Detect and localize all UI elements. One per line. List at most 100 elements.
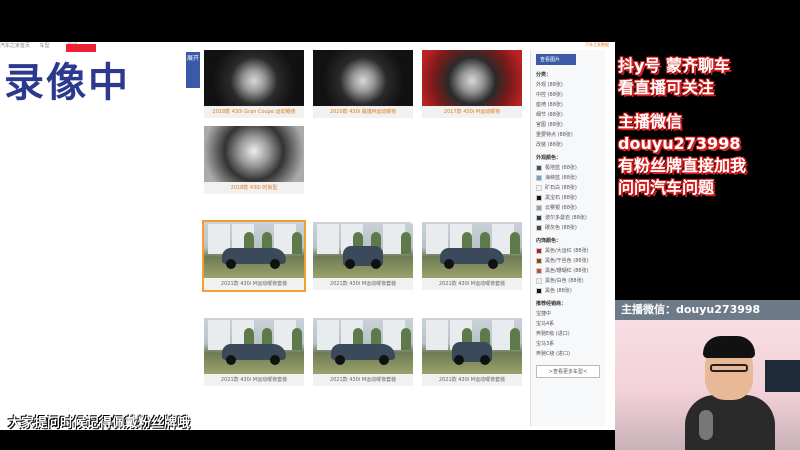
photo-tile[interactable]: 2021款 430i M运动曜夜套装: [313, 222, 413, 290]
car-photo[interactable]: [422, 222, 522, 278]
view-images-button[interactable]: 查看图片: [536, 54, 576, 65]
photo-tile[interactable]: 2021款 430i M运动曜夜套装: [204, 318, 304, 386]
webcam-banner: 主播微信：douyu273998: [615, 300, 800, 320]
photo-tile[interactable]: 2021款 430i M运动曜夜套装: [422, 222, 522, 290]
glasses-icon: [710, 364, 748, 372]
photo-tile[interactable]: 2020款 430i 敞篷M运动曜夜: [313, 50, 413, 118]
car-photo[interactable]: [204, 318, 304, 374]
photo-caption[interactable]: 2021款 430i M运动曜夜套装: [313, 374, 413, 386]
filter-option[interactable]: 外观 (88张): [536, 80, 600, 90]
filter-option[interactable]: 黑色 (88张): [536, 286, 600, 296]
tree-shape: [292, 232, 302, 254]
filter-option[interactable]: 云雾银 (88张): [536, 203, 600, 213]
color-swatch-icon: [536, 194, 542, 201]
tree-shape: [292, 328, 302, 350]
photo-tile[interactable]: 2021款 430i M运动曜夜套装: [422, 318, 522, 386]
overlay-line: 有粉丝牌直接加我: [618, 156, 747, 175]
photo-tile[interactable]: 2021款 430i M运动曜夜套装: [202, 220, 306, 292]
dealers-heading: 推荐经销商：: [536, 301, 567, 307]
photo-tile[interactable]: 2017款 430i M运动曜夜: [422, 50, 522, 118]
category-heading: 分类：: [536, 72, 552, 78]
color-swatch-icon: [536, 164, 542, 171]
wheel-shape: [379, 355, 389, 365]
filter-option[interactable]: 波尔多曼岩 (88张): [536, 213, 600, 223]
mouse-cursor-icon: [409, 217, 419, 227]
streamer-hair: [703, 336, 755, 358]
background-monitor: [765, 360, 800, 392]
streamer-overlay: 抖y号 蒙齐聊车 看直播可关注 主播微信 douyu273998 有粉丝牌直接加…: [618, 55, 800, 199]
photo-caption[interactable]: 2018款 430i Gran Coupe 运动曜夜: [204, 106, 304, 118]
filter-option[interactable]: 黑色/干邑色 (88张): [536, 256, 600, 266]
filter-option-label: 云雾银 (88张): [545, 205, 577, 211]
car-photo[interactable]: [204, 222, 304, 278]
car-photo[interactable]: [204, 50, 304, 106]
filter-option[interactable]: 改装 (88张): [536, 140, 600, 150]
filter-option[interactable]: 黑色/白色 (88张): [536, 276, 600, 286]
photo-caption[interactable]: 2021款 430i M运动曜夜套装: [204, 374, 304, 386]
photo-caption[interactable]: 2018款 430i 时尚型: [204, 182, 304, 194]
photo-tile[interactable]: 2021款 430i M运动曜夜套装: [313, 318, 413, 386]
filter-panel: 查看图片 分类： 外观 (88张) 中控 (88张) 座椅 (88张) 细节 (88张…: [530, 50, 605, 426]
filter-option[interactable]: 宝马3系: [536, 339, 600, 349]
tree-shape: [401, 328, 411, 350]
car-photo[interactable]: [422, 318, 522, 374]
filter-option[interactable]: 中控 (88张): [536, 90, 600, 100]
car-photo[interactable]: [422, 50, 522, 106]
wheel-shape: [454, 355, 464, 365]
filter-option[interactable]: 矿石白 (88张): [536, 183, 600, 193]
filter-option[interactable]: 宝马4系: [536, 319, 600, 329]
car-photo[interactable]: [313, 50, 413, 106]
top-nav-link[interactable]: 汽车之家首页: [0, 43, 30, 49]
microphone-icon: [699, 410, 713, 440]
filter-option[interactable]: 极地蓝 (88张): [536, 163, 600, 173]
filter-option[interactable]: 细节 (88张): [536, 110, 600, 120]
wheel-shape: [444, 259, 454, 269]
color-swatch-icon: [536, 184, 542, 191]
photo-caption[interactable]: 2021款 430i M运动曜夜套装: [204, 278, 304, 290]
expand-tab[interactable]: 展开: [186, 52, 200, 88]
overlay-line: douyu273998: [618, 134, 741, 153]
photo-caption[interactable]: 2021款 430i M运动曜夜套装: [422, 278, 522, 290]
wheel-shape: [270, 355, 280, 365]
photo-caption[interactable]: 2021款 430i M运动曜夜套装: [313, 278, 413, 290]
filter-option-label: 波尔多曼岩 (88张): [545, 215, 587, 221]
filter-option-label: 黑色 (88张): [545, 288, 572, 294]
filter-option[interactable]: 奔驰E级 (进口): [536, 329, 600, 339]
more-models-button[interactable]: >查看更多车型<: [536, 365, 600, 378]
filter-option[interactable]: 碳灰色 (88张): [536, 223, 600, 233]
color-swatch-icon: [536, 267, 542, 274]
photo-caption[interactable]: 2017款 430i M运动曜夜: [422, 106, 522, 118]
wheel-shape: [226, 355, 236, 365]
webcam-feed: 主播微信：douyu273998: [615, 300, 800, 450]
car-photo[interactable]: [313, 222, 413, 278]
color-swatch-icon: [536, 214, 542, 221]
color-swatch-icon: [536, 204, 542, 211]
photo-caption[interactable]: 2020款 430i 敞篷M运动曜夜: [313, 106, 413, 118]
top-nav-link[interactable]: 车型: [40, 43, 50, 49]
filter-option-label: 碳灰色 (88张): [545, 225, 577, 231]
filter-option[interactable]: 座椅 (88张): [536, 100, 600, 110]
filter-option[interactable]: 海峡蓝 (88张): [536, 173, 600, 183]
photo-caption[interactable]: 2021款 430i M运动曜夜套装: [422, 374, 522, 386]
filter-option[interactable]: 重要特点 (88张): [536, 130, 600, 140]
wheel-shape: [480, 355, 490, 365]
car-photo[interactable]: [204, 126, 304, 182]
filter-option[interactable]: 黑宝石 (88张): [536, 193, 600, 203]
color-swatch-icon: [536, 224, 542, 231]
filter-option[interactable]: 宝捷中: [536, 309, 600, 319]
photo-tile[interactable]: 2018款 430i 时尚型: [204, 126, 304, 194]
filter-option-label: 黑色/珊瑚红 (88张): [545, 268, 589, 274]
photo-tile[interactable]: 2018款 430i Gran Coupe 运动曜夜: [204, 50, 304, 118]
filter-option[interactable]: 官图 (88张): [536, 120, 600, 130]
color-swatch-icon: [536, 174, 542, 181]
wheel-shape: [226, 259, 236, 269]
filter-option[interactable]: 黑色/珊瑚红 (88张): [536, 266, 600, 276]
filter-option[interactable]: 黑色/大运红 (88张): [536, 246, 600, 256]
filter-option-label: 黑色/大运红 (88张): [545, 248, 589, 254]
filter-option-label: 矿石白 (88张): [545, 185, 577, 191]
filter-option[interactable]: 奔驰C级 (进口): [536, 349, 600, 359]
building-shape: [426, 320, 448, 350]
wheel-shape: [335, 355, 345, 365]
subtitle-caption: 大家提问时候记得佩戴粉丝牌哦: [8, 416, 191, 431]
car-photo[interactable]: [313, 318, 413, 374]
